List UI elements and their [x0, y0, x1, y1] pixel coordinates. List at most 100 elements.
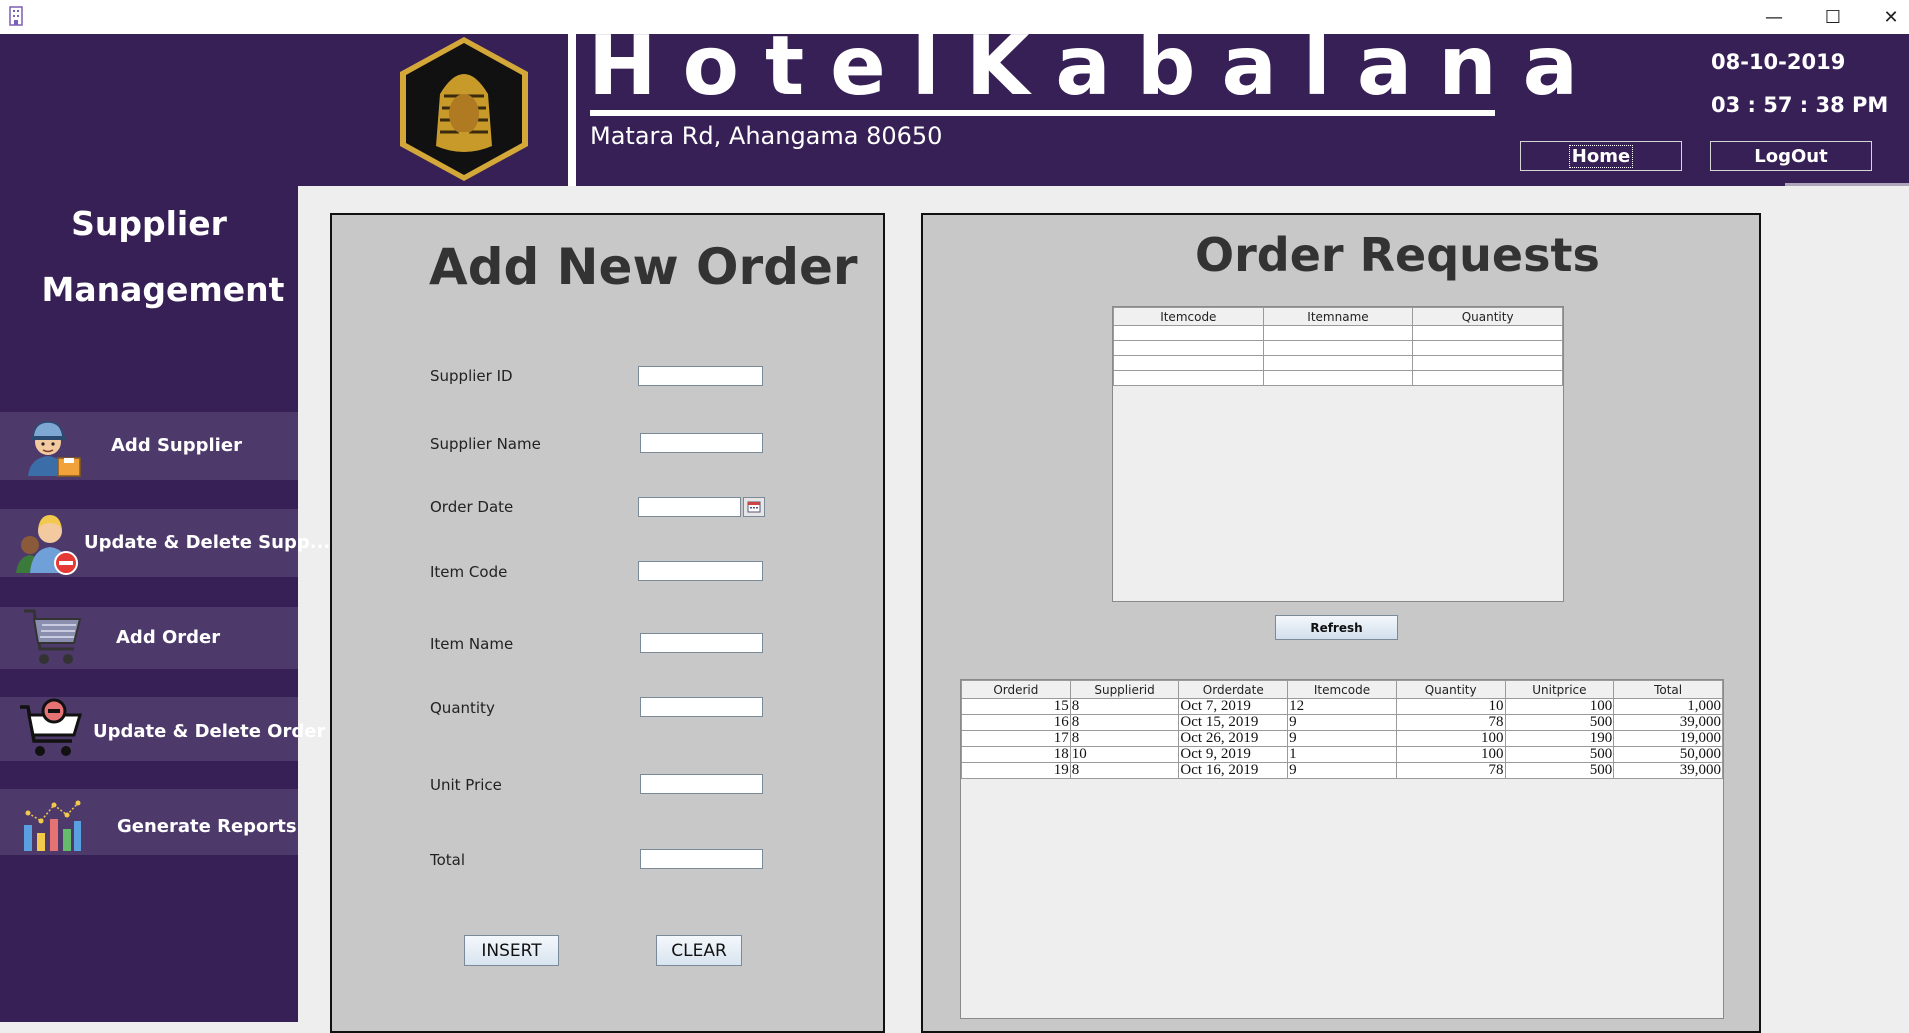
date-picker-button[interactable] [743, 497, 765, 517]
maximize-button[interactable]: ☐ [1813, 4, 1853, 30]
column-header-unitprice[interactable]: Unitprice [1504, 680, 1615, 699]
quantity-input[interactable] [640, 697, 763, 717]
sidebar-item-add-order[interactable]: Add Order [0, 607, 298, 669]
supplier-id-label: Supplier ID [430, 367, 513, 385]
insert-button-label: INSERT [481, 940, 542, 961]
column-header-total[interactable]: Total [1613, 680, 1723, 699]
table-cell: 100 [1395, 746, 1506, 763]
hotel-building-icon [9, 6, 23, 26]
table-cell: 500 [1504, 746, 1615, 763]
add-order-title: Add New Order [429, 238, 858, 296]
refresh-button[interactable]: Refresh [1275, 615, 1398, 640]
maximize-icon: ☐ [1824, 6, 1842, 28]
table-cell: 500 [1504, 762, 1615, 779]
home-button-label: Home [1568, 144, 1634, 168]
table-row[interactable]: 19 8 Oct 16, 2019 9 78 500 39,000 [961, 762, 1723, 779]
table-cell: 50,000 [1613, 746, 1723, 763]
sidebar-item-label: Generate Reports [117, 816, 297, 837]
table-header-row: Itemcode Itemname Quantity [1113, 307, 1563, 326]
sidebar-item-add-supplier[interactable]: Add Supplier [0, 412, 298, 480]
sidebar-item-label: Add Supplier [111, 435, 242, 456]
table-row[interactable] [1113, 325, 1563, 341]
home-button[interactable]: Home [1520, 141, 1682, 171]
table-row[interactable] [1113, 340, 1563, 356]
column-header-orderid[interactable]: Orderid [961, 680, 1071, 699]
sidebar-item-update-delete-order[interactable]: Update & Delete Order [0, 697, 325, 761]
total-label: Total [430, 851, 466, 869]
sidebar-item-generate-reports[interactable]: Generate Reports [0, 789, 298, 855]
table-cell [1262, 355, 1414, 371]
users-remove-icon [16, 515, 78, 575]
table-cell: Oct 7, 2019 [1178, 698, 1289, 715]
item-code-input[interactable] [638, 561, 763, 581]
column-header-itemcode[interactable]: Itemcode [1113, 307, 1264, 326]
unit-price-label: Unit Price [430, 776, 502, 794]
table-cell: Oct 15, 2019 [1178, 714, 1289, 731]
order-date-label: Order Date [430, 498, 514, 516]
hotel-name-underline [590, 110, 1495, 116]
sidebar-item-label: Add Order [116, 627, 221, 648]
sidebar-item-label: Update & Delete Supp... [84, 532, 331, 553]
table-cell [1412, 355, 1563, 371]
table-cell: 8 [1069, 762, 1180, 779]
column-header-quantity[interactable]: Quantity [1395, 680, 1506, 699]
cart-icon [24, 609, 82, 664]
table-cell: 9 [1287, 762, 1397, 779]
close-button[interactable]: ✕ [1871, 4, 1909, 30]
table-row[interactable]: 15 8 Oct 7, 2019 12 10 100 1,000 [961, 698, 1723, 715]
table-cell [1113, 370, 1264, 386]
table-cell: 17 [961, 730, 1071, 747]
current-time: 03 : 57 : 38 PM [1711, 93, 1889, 117]
sidebar-title-line2: Management [41, 270, 285, 309]
table-cell: 10 [1069, 746, 1180, 763]
column-header-itemcode[interactable]: Itemcode [1287, 680, 1397, 699]
column-header-supplierid[interactable]: Supplierid [1069, 680, 1180, 699]
orders-table[interactable]: Orderid Supplierid Orderdate Itemcode Qu… [960, 679, 1724, 1019]
table-row[interactable] [1113, 355, 1563, 371]
logout-button[interactable]: LogOut [1710, 141, 1872, 171]
total-input[interactable] [640, 849, 763, 869]
table-cell [1262, 325, 1414, 341]
table-cell [1412, 340, 1563, 356]
table-row[interactable] [1113, 370, 1563, 386]
table-cell: 39,000 [1613, 714, 1723, 731]
insert-button[interactable]: INSERT [464, 935, 559, 966]
table-cell: 190 [1504, 730, 1615, 747]
table-cell: 39,000 [1613, 762, 1723, 779]
sidebar [0, 186, 298, 1022]
table-row[interactable]: 17 8 Oct 26, 2019 9 100 190 19,000 [961, 730, 1723, 747]
order-date-input[interactable] [638, 497, 741, 517]
table-cell: 19,000 [1613, 730, 1723, 747]
table-row[interactable]: 16 8 Oct 15, 2019 9 78 500 39,000 [961, 714, 1723, 731]
sidebar-title-line1: Supplier [71, 204, 227, 243]
pharaoh-logo-icon [400, 37, 528, 181]
supplier-name-input[interactable] [640, 433, 763, 453]
table-cell: 16 [961, 714, 1071, 731]
table-cell: 10 [1395, 698, 1506, 715]
cart-remove-icon [20, 698, 82, 756]
table-cell: 9 [1287, 730, 1397, 747]
column-header-itemname[interactable]: Itemname [1262, 307, 1414, 326]
item-name-input[interactable] [640, 633, 763, 653]
close-icon: ✕ [1883, 6, 1899, 28]
unit-price-input[interactable] [640, 774, 763, 794]
table-cell: 18 [961, 746, 1071, 763]
quantity-label: Quantity [430, 699, 495, 717]
add-order-panel [330, 213, 885, 1033]
column-header-orderdate[interactable]: Orderdate [1178, 680, 1289, 699]
supplier-name-label: Supplier Name [430, 435, 541, 453]
sidebar-item-label: Update & Delete Order [93, 721, 326, 742]
requests-table[interactable]: Itemcode Itemname Quantity [1112, 306, 1564, 602]
clear-button[interactable]: CLEAR [656, 935, 742, 966]
table-cell: Oct 16, 2019 [1178, 762, 1289, 779]
table-row[interactable]: 18 10 Oct 9, 2019 1 100 500 50,000 [961, 746, 1723, 763]
sidebar-item-update-delete-supplier[interactable]: Update & Delete Supp... [0, 509, 330, 577]
supplier-id-input[interactable] [638, 366, 763, 386]
table-cell: 100 [1504, 698, 1615, 715]
table-cell [1113, 340, 1264, 356]
minimize-button[interactable]: — [1754, 4, 1794, 30]
table-cell: 100 [1395, 730, 1506, 747]
table-cell [1262, 340, 1414, 356]
refresh-button-label: Refresh [1310, 620, 1363, 635]
column-header-quantity[interactable]: Quantity [1412, 307, 1563, 326]
